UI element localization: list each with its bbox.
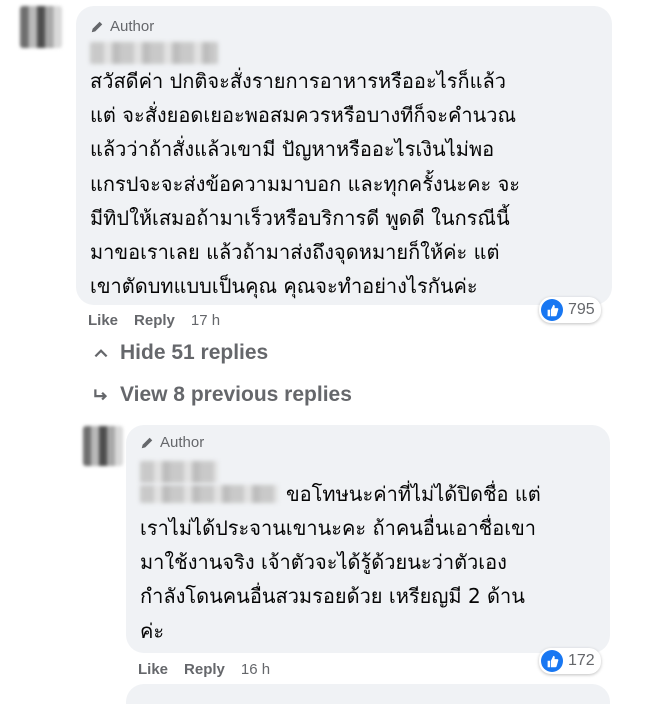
reply-text: เราไม่ได้ประจานเขานะคะ ถ้าคนอื่นเอาชื่อเ… bbox=[140, 516, 537, 643]
author-badge-label: Author bbox=[110, 18, 155, 35]
like-button[interactable]: Like bbox=[88, 312, 118, 329]
avatar[interactable] bbox=[20, 6, 62, 48]
reaction-count-value: 795 bbox=[568, 301, 595, 318]
timestamp[interactable]: 17 h bbox=[191, 312, 220, 329]
author-badge-label: Author bbox=[160, 434, 205, 451]
like-reaction-icon bbox=[541, 650, 563, 672]
author-badge: Author bbox=[140, 434, 204, 451]
reaction-count-value: 172 bbox=[568, 652, 595, 669]
reply-button[interactable]: Reply bbox=[184, 661, 225, 678]
comment-actions: Like Reply 16 h bbox=[138, 661, 270, 678]
comment-text: สวัสดีค่า ปกติจะสั่งรายการอาหารหรืออะไรก… bbox=[90, 69, 521, 299]
view-previous-replies-label: View 8 previous replies bbox=[120, 383, 352, 406]
reply-text-first-line: ขอโทษนะค่าที่ไม่ได้ปิดชื่อ แต่ bbox=[286, 482, 541, 506]
mentioned-name[interactable] bbox=[140, 485, 278, 503]
reply-button[interactable]: Reply bbox=[134, 312, 175, 329]
commenter-name[interactable] bbox=[90, 42, 218, 64]
author-badge: Author bbox=[90, 18, 154, 35]
like-reaction-icon bbox=[541, 299, 563, 321]
hide-replies-label: Hide 51 replies bbox=[120, 341, 269, 364]
next-reply-bubble bbox=[126, 684, 610, 704]
avatar[interactable] bbox=[83, 426, 123, 466]
comment-actions: Like Reply 17 h bbox=[88, 312, 220, 329]
comment-bubble: Author สวัสดีค่า ปกติจะสั่งรายการอาหารหร… bbox=[76, 6, 612, 305]
reply-arrow-icon bbox=[94, 389, 108, 401]
chevron-up-icon bbox=[94, 349, 108, 358]
like-button[interactable]: Like bbox=[138, 661, 168, 678]
reaction-count[interactable]: 795 bbox=[539, 297, 601, 323]
pencil-icon bbox=[141, 437, 153, 448]
reaction-count[interactable]: 172 bbox=[539, 648, 601, 674]
reply-bubble: Author ขอโทษนะค่าที่ไม่ได้ปิดชื่อ แต่ เร… bbox=[126, 425, 610, 653]
pencil-icon bbox=[91, 21, 103, 32]
commenter-name[interactable] bbox=[140, 461, 218, 483]
hide-replies-link[interactable]: Hide 51 replies bbox=[92, 341, 268, 365]
timestamp[interactable]: 16 h bbox=[241, 661, 270, 678]
view-previous-replies-link[interactable]: View 8 previous replies bbox=[92, 383, 352, 407]
